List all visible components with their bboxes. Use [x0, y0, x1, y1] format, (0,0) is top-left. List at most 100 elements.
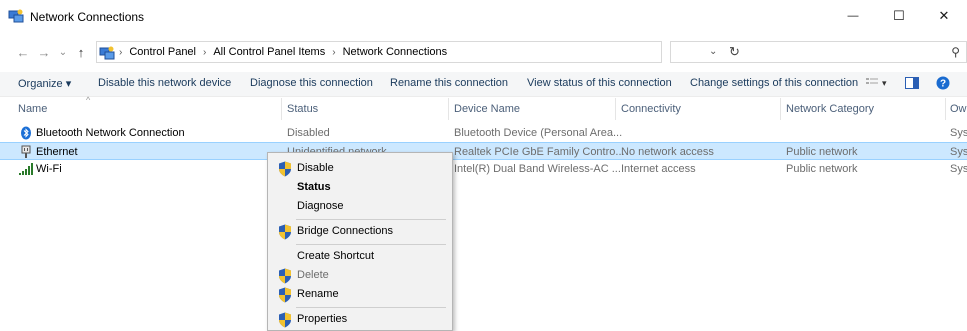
connection-owner: Sys: [950, 163, 967, 175]
wifi-icon: [19, 163, 33, 175]
details-view-icon: [866, 78, 878, 84]
forward-arrow-icon: →: [37, 44, 51, 60]
menu-item-delete[interactable]: Delete: [270, 266, 450, 285]
column-divider[interactable]: [448, 98, 449, 120]
view-status-button[interactable]: View status of this connection: [527, 77, 672, 89]
column-header-status[interactable]: Status: [287, 103, 318, 115]
menu-item-rename[interactable]: Rename: [270, 285, 450, 304]
breadcrumb-separator-icon: ›: [332, 46, 336, 58]
ethernet-icon: [21, 145, 31, 158]
up-arrow-icon: ↑: [77, 44, 85, 60]
control-panel-icon: [99, 46, 115, 60]
connection-status: Disabled: [287, 127, 330, 139]
minimize-icon: —: [847, 10, 859, 22]
connection-name: Ethernet: [36, 146, 78, 158]
maximize-icon: ☐: [893, 8, 905, 23]
menu-item-bridge-connections[interactable]: Bridge Connections: [270, 222, 450, 241]
svg-text:?: ?: [940, 79, 946, 90]
diagnose-connection-button[interactable]: Diagnose this connection: [250, 77, 373, 89]
preview-pane-icon[interactable]: [905, 77, 919, 92]
menu-separator: [296, 307, 446, 308]
command-bar: Organize ▾ Disable this network device D…: [0, 72, 967, 97]
menu-item-label: Bridge Connections: [297, 225, 394, 237]
column-divider[interactable]: [780, 98, 781, 120]
connection-row-wifi[interactable]: Wi-Fi Intel(R) Dual Band Wireless-AC ...…: [0, 160, 967, 178]
column-header-device-name[interactable]: Device Name: [454, 103, 520, 115]
connection-device: Realtek PCIe GbE Family Contro...: [454, 146, 625, 158]
menu-item-label: Properties: [297, 313, 348, 325]
connection-name: Bluetooth Network Connection: [36, 127, 185, 139]
menu-item-label: Disable: [297, 162, 334, 174]
menu-item-label: Delete: [297, 269, 329, 281]
column-header-owner[interactable]: Ow: [950, 103, 967, 115]
rename-connection-button[interactable]: Rename this connection: [390, 77, 508, 89]
disable-device-button[interactable]: Disable this network device: [98, 77, 231, 89]
back-arrow-icon: ←: [16, 44, 30, 60]
menu-item-status[interactable]: Status: [270, 178, 450, 197]
column-header-name[interactable]: Name: [18, 103, 47, 115]
connection-device: Intel(R) Dual Band Wireless-AC ...: [454, 163, 621, 175]
column-header-network-category[interactable]: Network Category: [786, 103, 874, 115]
chevron-down-icon: ⌄: [58, 46, 68, 58]
menu-item-diagnose[interactable]: Diagnose: [270, 197, 450, 216]
column-divider[interactable]: [615, 98, 616, 120]
sort-ascending-icon: ^: [86, 95, 91, 105]
menu-item-label: Diagnose: [297, 200, 344, 212]
organize-menu[interactable]: Organize ▾: [18, 77, 71, 90]
help-glyph: ?: [936, 76, 950, 90]
column-divider[interactable]: [945, 98, 946, 120]
column-headers: Name ^ Status Device Name Connectivity N…: [0, 95, 967, 120]
uac-shield-icon: [279, 224, 291, 240]
breadcrumb: › Control Panel › All Control Panel Item…: [119, 46, 447, 58]
search-input[interactable]: ⚲: [670, 41, 967, 63]
preview-pane-glyph: [905, 77, 919, 89]
window-title: Network Connections: [30, 10, 145, 24]
search-icon: ⚲: [951, 45, 960, 59]
connection-owner: Sys: [950, 127, 967, 139]
navigation-bar: ← → ⌄ ↑ › Control Panel › All Control Pa…: [0, 38, 967, 66]
connection-connectivity: Internet access: [621, 163, 696, 175]
menu-item-disable[interactable]: Disable: [270, 159, 450, 178]
breadcrumb-control-panel[interactable]: Control Panel: [129, 46, 196, 58]
connection-name: Wi-Fi: [36, 163, 62, 175]
back-button[interactable]: ←: [12, 38, 34, 66]
connection-category: Public network: [786, 163, 858, 175]
breadcrumb-network-connections[interactable]: Network Connections: [343, 46, 448, 58]
menu-item-create-shortcut[interactable]: Create Shortcut: [270, 247, 450, 266]
address-bar[interactable]: › Control Panel › All Control Panel Item…: [96, 41, 740, 63]
column-header-connectivity[interactable]: Connectivity: [621, 103, 681, 115]
connection-row-bluetooth[interactable]: Bluetooth Network Connection Disabled Bl…: [0, 124, 967, 142]
bluetooth-icon: [21, 126, 31, 140]
network-connections-icon: [8, 9, 24, 23]
uac-shield-icon: [279, 268, 291, 284]
breadcrumb-separator-icon: ›: [119, 46, 123, 58]
menu-separator: [296, 244, 446, 245]
menu-separator: [296, 219, 446, 220]
uac-shield-icon: [279, 287, 291, 303]
connection-category: Public network: [786, 146, 858, 158]
menu-item-properties[interactable]: Properties: [270, 310, 450, 329]
menu-item-label: Create Shortcut: [297, 250, 375, 262]
connection-device: Bluetooth Device (Personal Area...: [454, 127, 623, 139]
maximize-button[interactable]: ☐: [876, 0, 922, 32]
up-button[interactable]: ↑: [70, 38, 92, 66]
connection-owner: Sys: [950, 146, 967, 158]
help-icon[interactable]: ?: [936, 76, 950, 93]
uac-shield-icon: [279, 161, 291, 177]
menu-item-label: Status: [297, 181, 331, 193]
breadcrumb-all-items[interactable]: All Control Panel Items: [213, 46, 325, 58]
menu-item-label: Rename: [297, 288, 339, 300]
change-settings-button[interactable]: Change settings of this connection: [690, 77, 858, 89]
close-icon: ✕: [938, 8, 950, 23]
minimize-button[interactable]: —: [830, 0, 876, 32]
uac-shield-icon: [279, 312, 291, 328]
title-bar: Network Connections — ☐ ✕: [0, 0, 967, 32]
context-menu: Disable Status Diagnose Bridge Connectio…: [267, 152, 453, 331]
view-options-icon[interactable]: [866, 77, 878, 90]
close-button[interactable]: ✕: [921, 0, 967, 32]
connection-row-ethernet[interactable]: Ethernet Unidentified network Realtek PC…: [0, 142, 967, 160]
view-options-chevron-icon[interactable]: ▾: [882, 78, 887, 89]
column-divider[interactable]: [281, 98, 282, 120]
connection-connectivity: No network access: [621, 146, 714, 158]
breadcrumb-separator-icon: ›: [203, 46, 207, 58]
